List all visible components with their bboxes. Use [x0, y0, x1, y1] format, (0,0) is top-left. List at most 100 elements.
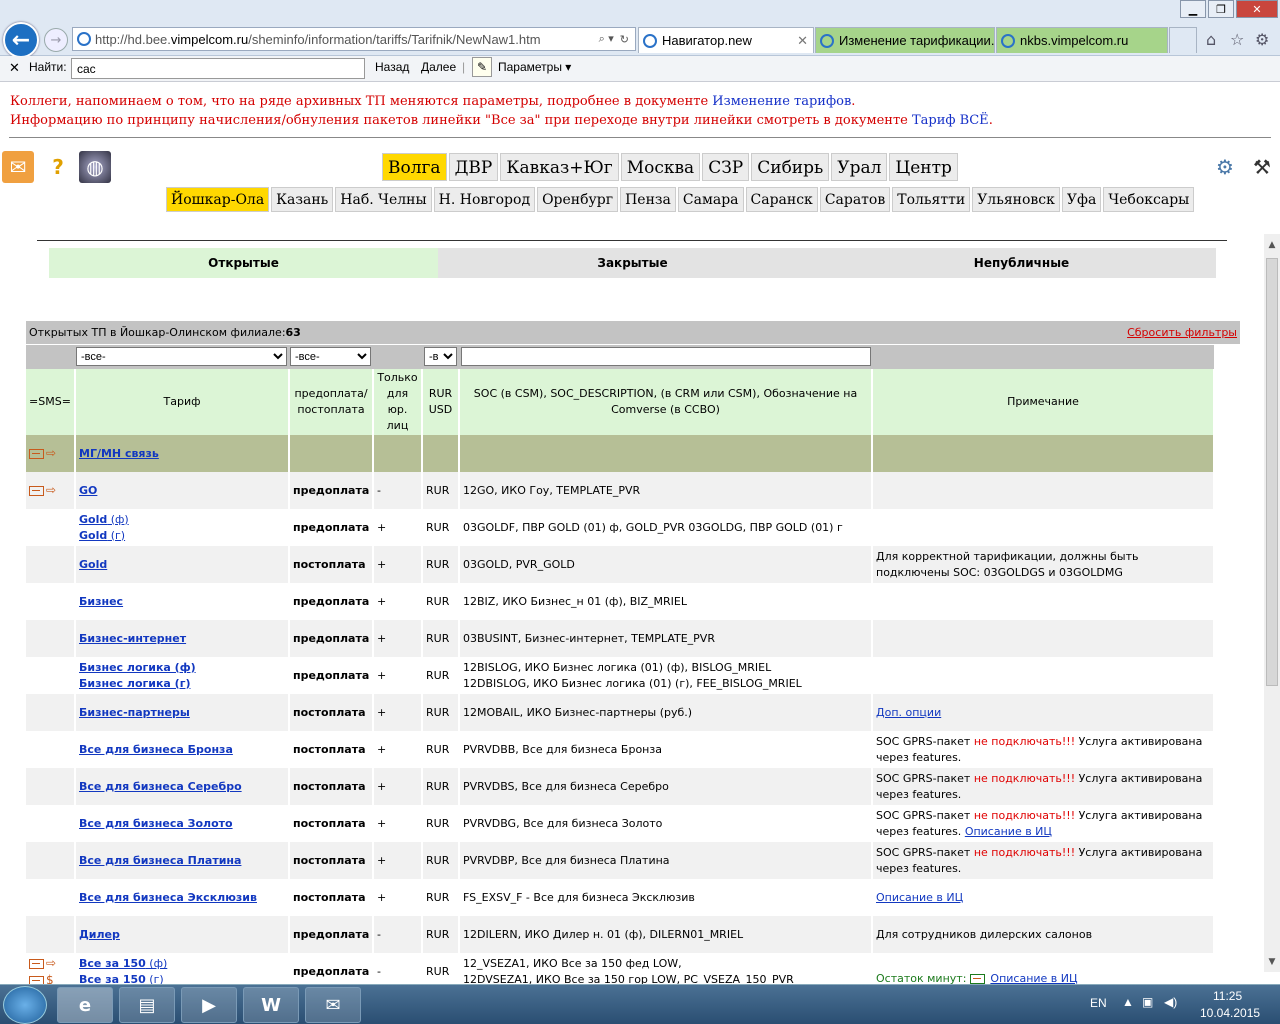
tab-nonpublic[interactable]: Непубличные	[827, 248, 1216, 278]
forward-button[interactable]: →	[44, 28, 68, 52]
search-dropdown-icon[interactable]: ⌕ ▾	[599, 32, 614, 46]
region-dvr[interactable]: ДВР	[448, 153, 499, 181]
vertical-scrollbar[interactable]: ▲ ▼	[1264, 234, 1280, 972]
start-button[interactable]	[3, 986, 47, 1024]
region-siberia[interactable]: Сибирь	[751, 153, 830, 181]
minimize-button[interactable]: ▁	[1180, 0, 1206, 18]
settings-gear-icon[interactable]: ⚙	[1255, 30, 1269, 49]
tariff-link[interactable]: Gold (г)	[79, 529, 125, 542]
tariff-link[interactable]: Дилер	[79, 928, 120, 941]
tray-expand-icon[interactable]: ▲	[1122, 995, 1134, 1009]
back-button[interactable]: ←	[3, 22, 39, 58]
url-text[interactable]: http://hd.bee.vimpelcom.ru/sheminfo/info…	[95, 32, 599, 47]
tariff-link[interactable]: Gold	[79, 558, 107, 571]
tariff-link[interactable]: GO	[79, 484, 97, 497]
close-window-button[interactable]: ✕	[1236, 0, 1278, 18]
find-input[interactable]	[71, 58, 365, 79]
group-link[interactable]: МГ/МН связь	[79, 447, 159, 460]
city-tab[interactable]: Уфа	[1061, 187, 1102, 212]
outlook-taskbar-icon[interactable]: ✉	[305, 987, 361, 1023]
network-icon[interactable]: ▣	[1142, 995, 1153, 1009]
region-kavkaz[interactable]: Кавказ+Юг	[500, 153, 619, 181]
close-find-icon[interactable]: ✕	[9, 60, 20, 76]
city-tab[interactable]: Наб. Челны	[335, 187, 432, 212]
tariff-link[interactable]: Бизнес-партнеры	[79, 706, 190, 719]
table-row: Бизнес-партнеры постоплата + RUR 12MOBAI…	[26, 694, 1215, 731]
tariff-link[interactable]: Все для бизнеса Платина	[79, 854, 241, 867]
notice-link-tariff-change[interactable]: Изменение тарифов	[712, 94, 851, 109]
col-tariff[interactable]: Тариф	[75, 369, 290, 435]
language-indicator[interactable]: EN	[1090, 996, 1107, 1010]
tariff-link[interactable]: Бизнес логика (г)	[79, 677, 190, 690]
tariff-link[interactable]: Gold (ф)	[79, 513, 129, 526]
city-tab[interactable]: Казань	[271, 187, 334, 212]
reset-filters-link[interactable]: Сбросить фильтры	[1127, 326, 1237, 339]
region-moscow[interactable]: Москва	[620, 153, 701, 181]
notice-link-tariff-all[interactable]: Тариф ВСЁ	[912, 113, 989, 128]
soc-filter-input[interactable]	[461, 347, 871, 366]
city-tab[interactable]: Пенза	[620, 187, 676, 212]
refresh-icon[interactable]: ↻	[620, 33, 629, 46]
find-options-button[interactable]: Параметры ▾	[498, 60, 571, 74]
pay-filter-select[interactable]: -все-	[290, 347, 371, 366]
region-center[interactable]: Центр	[889, 153, 958, 181]
city-tab[interactable]: Самара	[677, 187, 744, 212]
volume-icon[interactable]: ◀)	[1164, 995, 1177, 1009]
tab-open[interactable]: Открытые	[49, 248, 438, 278]
word-taskbar-icon[interactable]: W	[243, 987, 299, 1023]
find-next-button[interactable]: Далее	[421, 60, 456, 74]
scroll-up-icon[interactable]: ▲	[1264, 236, 1280, 253]
browser-chrome: ▁ ❐ ✕ ← → http://hd.bee.vimpelcom.ru/she…	[0, 0, 1280, 58]
city-tab[interactable]: Ульяновск	[972, 187, 1060, 212]
highlight-pen-icon[interactable]: ✎	[472, 57, 492, 77]
tariff-link[interactable]: Все для бизнеса Эксклюзив	[79, 891, 257, 904]
mail-icon[interactable]: ✉	[2, 151, 34, 183]
region-ural[interactable]: Урал	[831, 153, 888, 181]
tab-tariff-change[interactable]: Изменение тарификации...	[815, 27, 995, 53]
tab-nkbs[interactable]: nkbs.vimpelcom.ru	[996, 27, 1168, 53]
region-volga[interactable]: Волга	[382, 153, 447, 181]
explorer-taskbar-icon[interactable]: ▤	[119, 987, 175, 1023]
ie-taskbar-icon[interactable]: e	[57, 987, 113, 1023]
city-tab[interactable]: Чебоксары	[1103, 187, 1195, 212]
tariff-link[interactable]: Бизнес	[79, 595, 123, 608]
currency-filter-select[interactable]: -в	[424, 347, 457, 366]
new-tab-button[interactable]	[1169, 27, 1197, 53]
close-tab-icon[interactable]: ✕	[797, 33, 808, 49]
description-link[interactable]: Описание в ИЦ	[876, 891, 963, 904]
address-bar[interactable]: http://hd.bee.vimpelcom.ru/sheminfo/info…	[72, 27, 636, 51]
help-person-icon[interactable]: ?	[42, 151, 74, 183]
tariff-link[interactable]: Все для бизнеса Бронза	[79, 743, 233, 756]
tariff-link[interactable]: Все за 150 (ф)	[79, 957, 167, 970]
favorites-star-icon[interactable]: ☆	[1230, 30, 1244, 49]
media-player-taskbar-icon[interactable]: ▶	[181, 987, 237, 1023]
maximize-button[interactable]: ❐	[1208, 0, 1234, 18]
city-tab[interactable]: Н. Новгород	[433, 187, 536, 212]
description-link[interactable]: Описание в ИЦ	[965, 825, 1052, 838]
description-link[interactable]: Описание в ИЦ	[990, 972, 1077, 985]
clock-date[interactable]: 10.04.2015	[1200, 1006, 1260, 1020]
tab-closed[interactable]: Закрытые	[438, 248, 827, 278]
tariff-link[interactable]: Бизнес логика (ф)	[79, 661, 196, 674]
city-tab[interactable]: Саратов	[819, 187, 891, 212]
tariff-link[interactable]: Все для бизнеса Золото	[79, 817, 233, 830]
city-tab[interactable]: Оренбург	[537, 187, 619, 212]
tools-icon[interactable]: ⚒	[1246, 151, 1278, 183]
tariff-link[interactable]: Все для бизнеса Серебро	[79, 780, 242, 793]
extra-options-link[interactable]: Доп. опции	[876, 706, 941, 719]
globe-icon[interactable]: ◍	[79, 151, 111, 183]
scroll-down-icon[interactable]: ▼	[1264, 953, 1280, 970]
tariff-filter-select[interactable]: -все-	[76, 347, 287, 366]
region-szr[interactable]: СЗР	[702, 153, 750, 181]
city-tab[interactable]: Тольятти	[892, 187, 971, 212]
support-person-icon[interactable]: ⚙	[1209, 151, 1241, 183]
tariff-link[interactable]: Бизнес-интернет	[79, 632, 186, 645]
tab-navigator[interactable]: Навигатор.new ✕	[638, 27, 814, 53]
find-bar: ✕ Найти: Назад Далее | ✎ Параметры ▾	[0, 56, 1280, 82]
find-prev-button[interactable]: Назад	[375, 60, 409, 74]
scroll-thumb[interactable]	[1266, 258, 1278, 686]
city-tab[interactable]: Йошкар-Ола	[166, 187, 270, 212]
city-tab[interactable]: Саранск	[745, 187, 818, 212]
clock-time[interactable]: 11:25	[1213, 989, 1242, 1003]
home-icon[interactable]: ⌂	[1206, 30, 1216, 49]
